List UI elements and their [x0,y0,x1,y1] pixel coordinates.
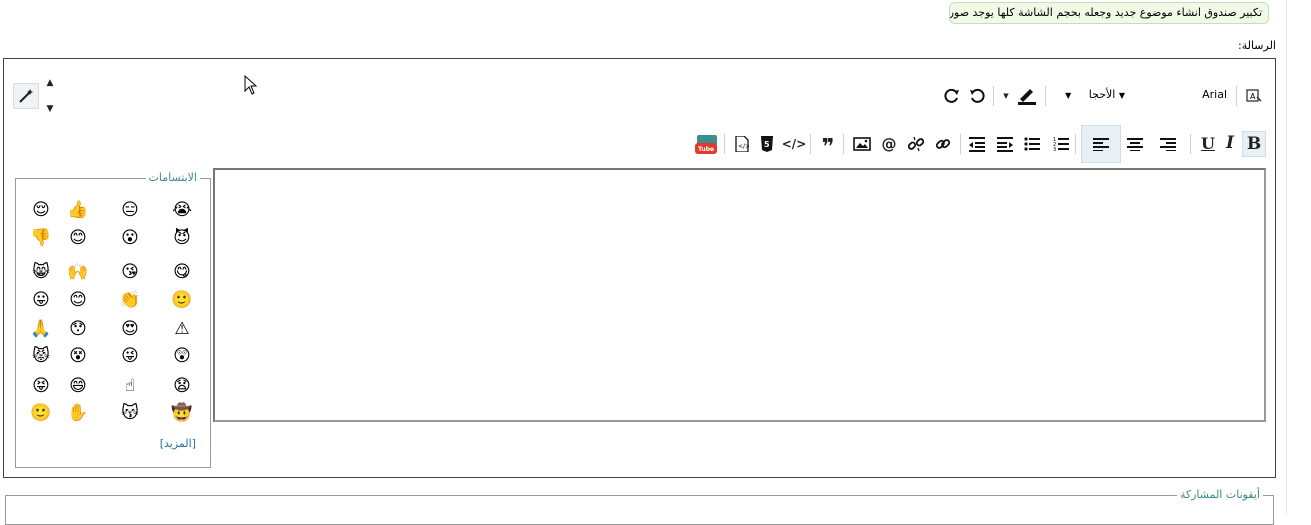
underline-icon[interactable]: U [1197,132,1219,154]
share-icons-panel: أيقونات المشاركة [5,488,1274,525]
smiley-icon[interactable]: 🙏 [30,318,52,340]
smiley-icon[interactable]: 😑 [119,199,141,221]
bold-icon[interactable]: B [1242,131,1266,157]
text-color-icon[interactable] [1014,85,1042,107]
chevron-down-icon: ▼ [1065,91,1072,100]
svg-text:A: A [1250,92,1256,101]
smiley-icon[interactable]: 👎 [30,227,52,249]
smiley-icon[interactable]: 😲 [171,345,193,367]
more-smilies-link[interactable]: [المزيد] [160,437,196,450]
font-name-value: Arial [1202,88,1227,101]
smiley-icon[interactable]: 😾 [30,345,52,367]
smiley-icon[interactable]: 😍 [119,318,141,340]
smiley-icon[interactable]: 🙂 [171,289,193,311]
smiley-icon[interactable]: 😸 [30,261,52,283]
toolbar-separator [1045,86,1046,106]
email-icon[interactable]: @ [878,133,900,155]
ordered-list-icon[interactable]: 123 [1050,133,1072,155]
smiley-icon[interactable]: 🙌 [67,261,89,283]
resize-up-icon[interactable]: ▲ [40,76,60,90]
notice-banner: تكبير صندوق انشاء موضوع جديد وجعله بحجم … [949,2,1269,24]
smilies-panel: الابتسامات 😭 😑 👍 😌 😈 😮 😊 👎 😋 😘 🙌 😸 🙂 👏 😊 😛 ⚠ 😍 😯 🙏 😲 😜 😵 😾 😧 ☝ 😄 😝 🤠… [15,171,211,468]
code-icon[interactable]: </> [782,133,807,155]
smiley-icon[interactable]: ⚠ [171,318,193,340]
smiley-icon[interactable]: 😋 [171,261,193,283]
smiley-icon[interactable]: 🤠 [171,402,193,424]
toolbar-separator [1236,86,1237,106]
page-scrollbar[interactable] [1286,0,1311,514]
italic-icon[interactable]: I [1219,132,1241,154]
message-textarea[interactable] [213,168,1266,422]
smiley-icon[interactable]: 😌 [30,199,52,221]
smiley-icon[interactable]: 😝 [30,375,52,397]
toolbar-separator [843,134,844,154]
image-icon[interactable] [851,133,873,155]
align-left-icon[interactable] [1081,125,1121,163]
message-label: الرسالة: [1237,39,1276,52]
smiley-icon[interactable]: 😜 [119,345,141,367]
quote-icon[interactable]: ❞ [817,133,839,159]
chevron-down-icon: ▼ [1118,91,1125,100]
toolbar-separator [993,86,994,106]
smiley-icon[interactable]: ✋ [67,402,89,424]
smiley-icon[interactable]: 😄 [67,375,89,397]
share-icons-legend: أيقونات المشاركة [1176,488,1263,501]
youtube-icon[interactable]: Tube [695,132,719,156]
svg-text:5: 5 [764,140,770,149]
smiley-icon[interactable]: 😵 [67,345,89,367]
switch-mode-icon[interactable]: A [1243,85,1265,107]
align-right-icon[interactable] [1157,133,1179,155]
smiley-icon[interactable]: 😛 [30,289,52,311]
outdent-icon[interactable] [966,133,988,155]
toolbar-separator [1190,134,1191,154]
align-center-icon[interactable] [1124,133,1146,155]
toolbar-separator [724,134,725,154]
toolbar-separator [810,134,811,154]
svg-text:3: 3 [1053,147,1056,152]
toolbar-separator [960,134,961,154]
smiley-icon[interactable]: 😈 [171,227,193,249]
smiley-icon[interactable]: 😮 [119,227,141,249]
smiley-icon[interactable]: 👏 [119,289,141,311]
chevron-down-icon[interactable]: ▼ [1001,85,1011,107]
smiley-icon[interactable]: 🙂 [30,402,52,424]
unlink-icon[interactable] [905,133,927,155]
smiley-icon[interactable]: 😭 [171,199,193,221]
smiley-icon[interactable]: 😯 [67,318,89,340]
resize-down-icon[interactable]: ▼ [40,102,60,116]
svg-text:</>: </> [738,143,749,150]
html-icon[interactable]: 5 [756,133,778,155]
notice-text: تكبير صندوق انشاء موضوع جديد وجعله بحجم … [949,6,1262,19]
php-icon[interactable]: </> [731,133,753,155]
link-icon[interactable] [932,133,954,155]
indent-icon[interactable] [994,133,1016,155]
font-size-value: الأحجا [1088,88,1116,101]
smiley-icon[interactable]: 😊 [67,289,89,311]
magic-wand-icon[interactable] [13,83,39,109]
toolbar-separator [1075,134,1076,154]
font-size-select[interactable]: ▼ الأحجا ▼ [1053,82,1125,108]
smiley-icon[interactable]: ☝ [119,375,141,397]
undo-icon[interactable] [966,85,988,107]
redo-icon[interactable] [941,85,963,107]
smiley-icon[interactable]: 😘 [119,261,141,283]
font-name-select[interactable]: Arial [1131,82,1227,108]
smiley-icon[interactable]: 😽 [119,402,141,424]
svg-text:Tube: Tube [698,146,714,153]
unordered-list-icon[interactable] [1021,133,1043,155]
smiley-icon[interactable]: 😧 [171,375,193,397]
smiley-icon[interactable]: 👍 [67,199,89,221]
smiley-icon[interactable]: 😊 [67,227,89,249]
smilies-legend: الابتسامات [145,171,200,184]
mouse-cursor-icon [244,75,258,95]
